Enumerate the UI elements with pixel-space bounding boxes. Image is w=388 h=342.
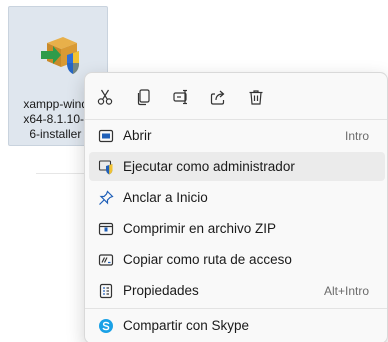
menu-item-pin-to-start[interactable]: Anclar a Inicio [89,183,385,212]
menu-item-label: Copiar como ruta de acceso [123,252,292,267]
menu-item-shortcut: Alt+Intro [323,284,369,298]
menu-separator [85,119,387,120]
menu-item-label: Abrir [123,128,152,143]
menu-item-properties[interactable]: Propiedades Alt+Intro [89,276,385,305]
copy-button[interactable] [132,85,156,109]
admin-shield-icon [97,158,114,175]
cut-button[interactable] [93,85,117,109]
menu-item-label: Comprimir en archivo ZIP [123,221,277,236]
skype-icon [97,317,114,334]
menu-item-label: Anclar a Inicio [123,190,208,205]
menu-item-compress-zip[interactable]: Comprimir en archivo ZIP [89,214,385,243]
menu-separator [85,308,387,309]
path-icon [97,251,114,268]
menu-item-run-as-admin[interactable]: Ejecutar como administrador [89,152,385,181]
desktop-divider [36,173,88,174]
open-window-icon [97,127,114,144]
cut-icon [97,89,113,105]
share-icon [210,90,225,105]
menu-item-label: Compartir con Skype [123,318,250,333]
delete-button[interactable] [244,85,268,109]
properties-icon [97,282,114,299]
menu-item-copy-as-path[interactable]: Copiar como ruta de acceso [89,245,385,274]
share-button[interactable] [206,85,230,109]
context-menu-toolbar [85,73,387,119]
context-menu: Abrir Intro Ejecutar como administrador … [84,72,388,342]
zip-folder-icon [97,220,114,237]
menu-item-label: Ejecutar como administrador [123,159,295,174]
delete-icon [249,90,263,105]
menu-item-share-skype[interactable]: Compartir con Skype [89,311,385,340]
menu-item-shortcut: Intro [344,129,369,143]
rename-icon [173,89,187,105]
copy-icon [137,89,150,106]
rename-button[interactable] [169,85,193,109]
pin-icon [97,189,114,206]
xampp-installer-icon [39,29,83,75]
menu-item-open[interactable]: Abrir Intro [89,121,385,150]
menu-item-label: Propiedades [123,283,199,298]
